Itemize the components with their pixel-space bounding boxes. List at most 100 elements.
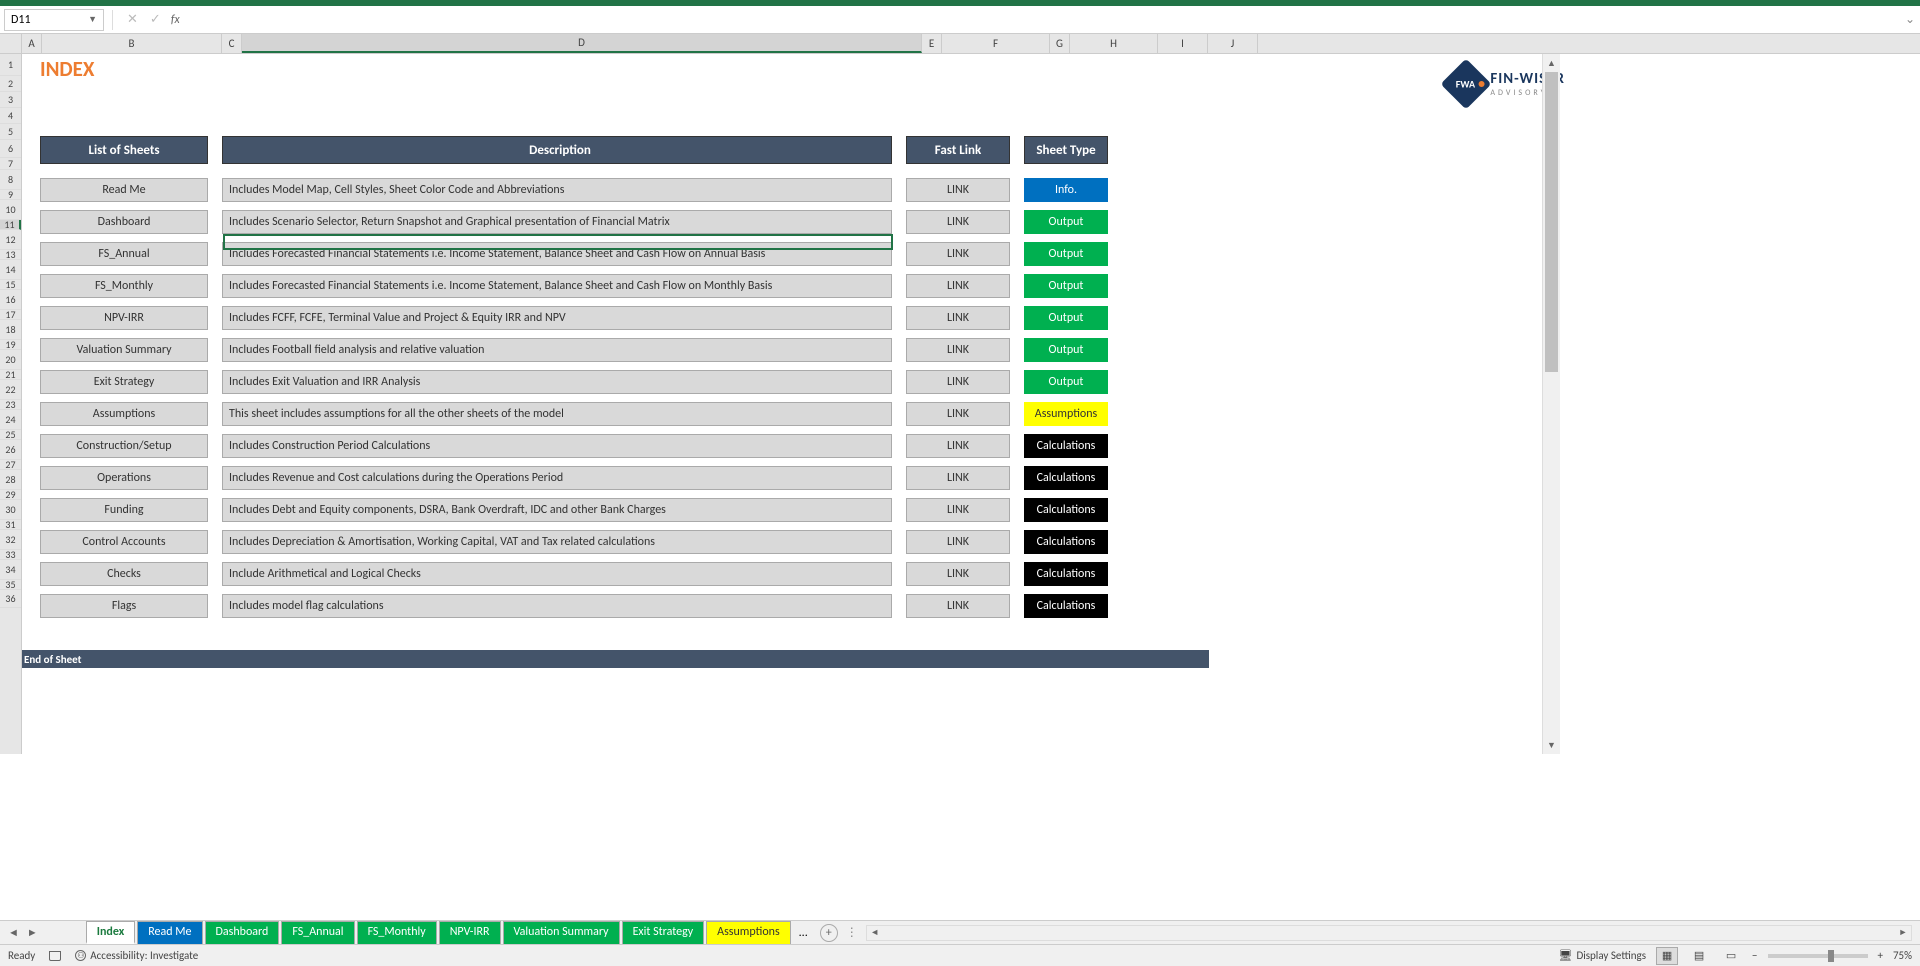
cell-description[interactable]: Includes Scenario Selector, Return Snaps…	[222, 210, 892, 234]
cell-sheet-name[interactable]: Assumptions	[40, 402, 208, 426]
col-header-I[interactable]: I	[1158, 34, 1208, 53]
zoom-out-button[interactable]: −	[1752, 949, 1757, 962]
cell-link[interactable]: LINK	[906, 562, 1010, 586]
row-header-19[interactable]: 19	[0, 340, 21, 350]
cell-description[interactable]: Includes model flag calculations	[222, 594, 892, 618]
cell-link[interactable]: LINK	[906, 242, 1010, 266]
status-accessibility[interactable]: Accessibility: Investigate	[90, 949, 198, 962]
cell-link[interactable]: LINK	[906, 370, 1010, 394]
accessibility-icon[interactable]: ⚇	[75, 950, 86, 961]
col-header-J[interactable]: J	[1208, 34, 1258, 53]
cell-description[interactable]: Includes Model Map, Cell Styles, Sheet C…	[222, 178, 892, 202]
add-sheet-button[interactable]: +	[820, 924, 838, 942]
row-header-22[interactable]: 22	[0, 380, 21, 400]
cell-sheet-name[interactable]: FS_Monthly	[40, 274, 208, 298]
row-header-2[interactable]: 2	[0, 76, 21, 92]
row-header-34[interactable]: 34	[0, 560, 21, 580]
row-header-16[interactable]: 16	[0, 290, 21, 310]
zoom-in-button[interactable]: +	[1878, 949, 1883, 962]
cell-sheet-type[interactable]: Calculations	[1024, 530, 1108, 554]
row-header-33[interactable]: 33	[0, 550, 21, 560]
cell-sheet-name[interactable]: FS_Annual	[40, 242, 208, 266]
cell-description[interactable]: Includes Depreciation & Amortisation, Wo…	[222, 530, 892, 554]
row-header-21[interactable]: 21	[0, 370, 21, 380]
cell-sheet-type[interactable]: Assumptions	[1024, 402, 1108, 426]
row-header-35[interactable]: 35	[0, 580, 21, 590]
row-header-25[interactable]: 25	[0, 430, 21, 440]
tab-prev-icon[interactable]: ◄	[8, 926, 19, 939]
row-header-20[interactable]: 20	[0, 350, 21, 370]
sheet-tab[interactable]: Dashboard	[205, 921, 280, 944]
cell-sheet-name[interactable]: Dashboard	[40, 210, 208, 234]
cell-sheet-type[interactable]: Calculations	[1024, 594, 1108, 618]
name-box[interactable]: D11 ▼	[4, 9, 104, 31]
row-header-28[interactable]: 28	[0, 470, 21, 490]
cell-sheet-name[interactable]: Valuation Summary	[40, 338, 208, 362]
row-header-11[interactable]: 11	[0, 220, 21, 230]
row-header-26[interactable]: 26	[0, 440, 21, 460]
row-header-3[interactable]: 3	[0, 92, 21, 108]
sheet-tab[interactable]: Index	[86, 921, 135, 944]
cell-sheet-type[interactable]: Output	[1024, 210, 1108, 234]
cell-description[interactable]: Includes Forecasted Financial Statements…	[222, 274, 892, 298]
row-header-18[interactable]: 18	[0, 320, 21, 340]
scroll-down-icon[interactable]: ▼	[1543, 736, 1560, 754]
cell-link[interactable]: LINK	[906, 498, 1010, 522]
horizontal-scrollbar[interactable]: ◄ ►	[866, 925, 1912, 941]
cell-sheet-name[interactable]: Construction/Setup	[40, 434, 208, 458]
col-header-A[interactable]: A	[22, 34, 42, 53]
cell-link[interactable]: LINK	[906, 178, 1010, 202]
hscroll-right-icon[interactable]: ►	[1895, 927, 1911, 938]
formula-expand-icon[interactable]: ⌄	[1900, 12, 1920, 27]
cell-sheet-type[interactable]: Output	[1024, 370, 1108, 394]
row-header-12[interactable]: 12	[0, 230, 21, 250]
cell-link[interactable]: LINK	[906, 338, 1010, 362]
cell-link[interactable]: LINK	[906, 274, 1010, 298]
cell-sheet-name[interactable]: Read Me	[40, 178, 208, 202]
cell-description[interactable]: Includes Construction Period Calculation…	[222, 434, 892, 458]
normal-view-icon[interactable]: ▦	[1656, 947, 1678, 965]
row-header-6[interactable]: 6	[0, 140, 21, 158]
hscroll-left-icon[interactable]: ◄	[867, 927, 883, 938]
macro-record-icon[interactable]	[49, 951, 61, 961]
row-header-13[interactable]: 13	[0, 250, 21, 260]
zoom-level[interactable]: 75%	[1893, 949, 1912, 962]
scroll-thumb[interactable]	[1545, 72, 1558, 372]
cell-link[interactable]: LINK	[906, 210, 1010, 234]
col-header-F[interactable]: F	[942, 34, 1050, 53]
display-settings-button[interactable]: 🖥 Display Settings	[1558, 949, 1646, 962]
cell-sheet-type[interactable]: Output	[1024, 242, 1108, 266]
cell-link[interactable]: LINK	[906, 466, 1010, 490]
sheet-tab[interactable]: FS_Annual	[281, 921, 354, 944]
sheet-area[interactable]: INDEX FWA FIN-WISER ADVISORY List of She…	[22, 54, 1920, 754]
page-layout-view-icon[interactable]: ▤	[1688, 947, 1710, 965]
cell-sheet-type[interactable]: Output	[1024, 338, 1108, 362]
col-header-C[interactable]: C	[222, 34, 242, 53]
row-header-14[interactable]: 14	[0, 260, 21, 280]
sheet-tab[interactable]: Exit Strategy	[622, 921, 705, 944]
cell-description[interactable]: Includes Revenue and Cost calculations d…	[222, 466, 892, 490]
sheet-tab[interactable]: Assumptions	[706, 921, 790, 944]
tabs-more-button[interactable]: ...	[793, 923, 814, 943]
cell-description[interactable]: Includes Debt and Equity components, DSR…	[222, 498, 892, 522]
sheet-tab[interactable]: FS_Monthly	[357, 921, 437, 944]
cell-sheet-type[interactable]: Output	[1024, 306, 1108, 330]
fx-icon[interactable]: fx	[167, 13, 184, 27]
sheet-tab[interactable]: Valuation Summary	[503, 921, 620, 944]
row-header-8[interactable]: 8	[0, 170, 21, 190]
tab-next-icon[interactable]: ►	[27, 926, 38, 939]
row-header-31[interactable]: 31	[0, 520, 21, 530]
cell-sheet-type[interactable]: Output	[1024, 274, 1108, 298]
row-header-4[interactable]: 4	[0, 108, 21, 124]
row-header-5[interactable]: 5	[0, 124, 21, 140]
cell-description[interactable]: Includes FCFF, FCFE, Terminal Value and …	[222, 306, 892, 330]
cell-sheet-type[interactable]: Info.	[1024, 178, 1108, 202]
row-header-30[interactable]: 30	[0, 500, 21, 520]
cell-sheet-type[interactable]: Calculations	[1024, 498, 1108, 522]
formula-input[interactable]	[184, 9, 1900, 31]
cell-description[interactable]: This sheet includes assumptions for all …	[222, 402, 892, 426]
cell-link[interactable]: LINK	[906, 402, 1010, 426]
vertical-scrollbar[interactable]: ▲ ▼	[1542, 54, 1560, 754]
col-header-G[interactable]: G	[1050, 34, 1070, 53]
row-header-27[interactable]: 27	[0, 460, 21, 470]
